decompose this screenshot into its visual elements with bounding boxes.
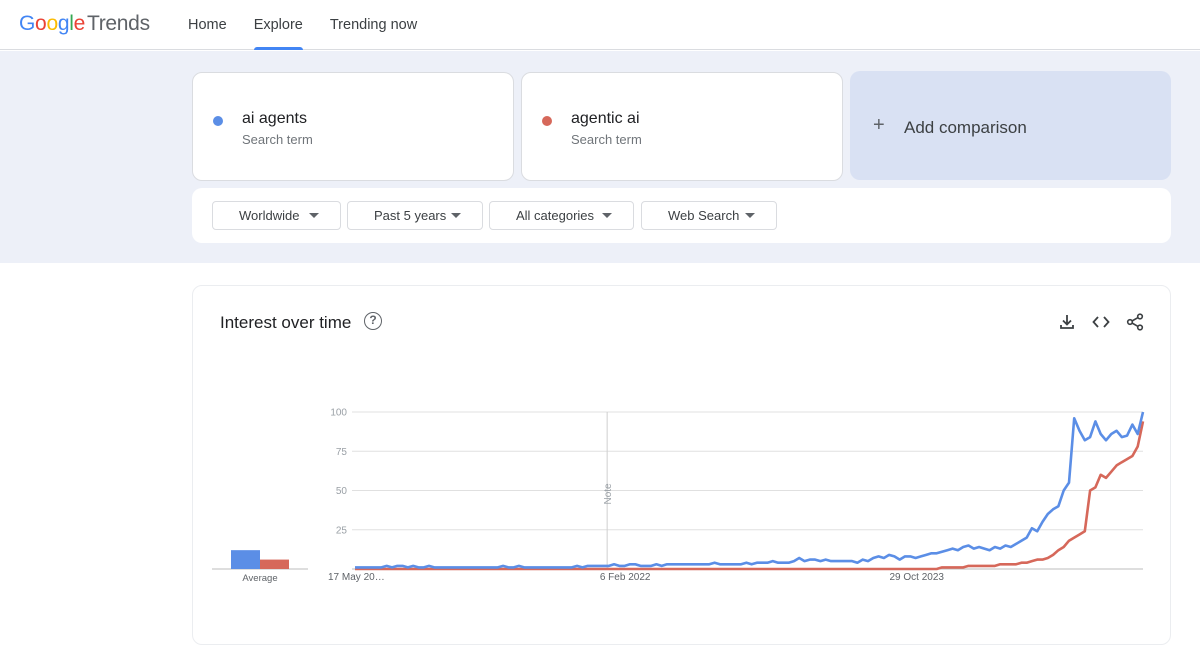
caret-down-icon — [309, 213, 319, 218]
top-header: Go o g l e Trends Home Explore Trending now — [0, 0, 1200, 50]
caret-down-icon — [602, 213, 612, 218]
search-term-type: Search term — [571, 132, 642, 147]
dropdown-value: Web Search — [668, 208, 740, 223]
search-term-card-1[interactable]: ai agents Search term — [192, 72, 514, 181]
add-comparison-button[interactable]: + Add comparison — [850, 71, 1171, 180]
google-trends-logo[interactable]: Go o g l e Trends — [19, 12, 150, 36]
search-term-card-2[interactable]: agentic ai Search term — [521, 72, 843, 181]
logo-letter: G — [19, 12, 36, 35]
add-comparison-label: Add comparison — [904, 118, 1027, 137]
logo-letter: g — [57, 12, 70, 35]
caret-down-icon — [745, 213, 755, 218]
logo-trends-text: Trends — [86, 12, 150, 35]
filter-bar: Worldwide Past 5 years All categories We… — [192, 188, 1171, 243]
logo-letter: o — [46, 12, 58, 35]
time-range-dropdown[interactable]: Past 5 years — [347, 201, 483, 230]
help-icon[interactable]: ? — [364, 312, 382, 330]
download-icon[interactable] — [1057, 312, 1077, 332]
share-icon[interactable] — [1125, 312, 1145, 332]
series-color-dot — [213, 116, 223, 126]
series-color-dot — [542, 116, 552, 126]
plus-icon: + — [873, 114, 885, 136]
search-term-label: ai agents — [242, 110, 307, 127]
nav-trending-now[interactable]: Trending now — [330, 0, 417, 50]
logo-letter: e — [73, 12, 86, 35]
search-term-label: agentic ai — [571, 110, 640, 127]
caret-down-icon — [451, 213, 461, 218]
dropdown-value: Past 5 years — [374, 208, 447, 223]
embed-code-icon[interactable] — [1091, 312, 1111, 332]
nav-home[interactable]: Home — [188, 0, 227, 50]
logo-letter: o — [35, 12, 47, 35]
dropdown-value: All categories — [516, 208, 595, 223]
category-dropdown[interactable]: All categories — [489, 201, 634, 230]
region-dropdown[interactable]: Worldwide — [212, 201, 341, 230]
card-title: Interest over time — [220, 313, 352, 332]
search-term-type: Search term — [242, 132, 313, 147]
dropdown-value: Worldwide — [239, 208, 300, 223]
interest-over-time-card: Interest over time ? — [192, 285, 1171, 645]
main-nav: Home Explore Trending now — [188, 0, 444, 50]
search-type-dropdown[interactable]: Web Search — [641, 201, 777, 230]
nav-explore[interactable]: Explore — [253, 0, 304, 50]
